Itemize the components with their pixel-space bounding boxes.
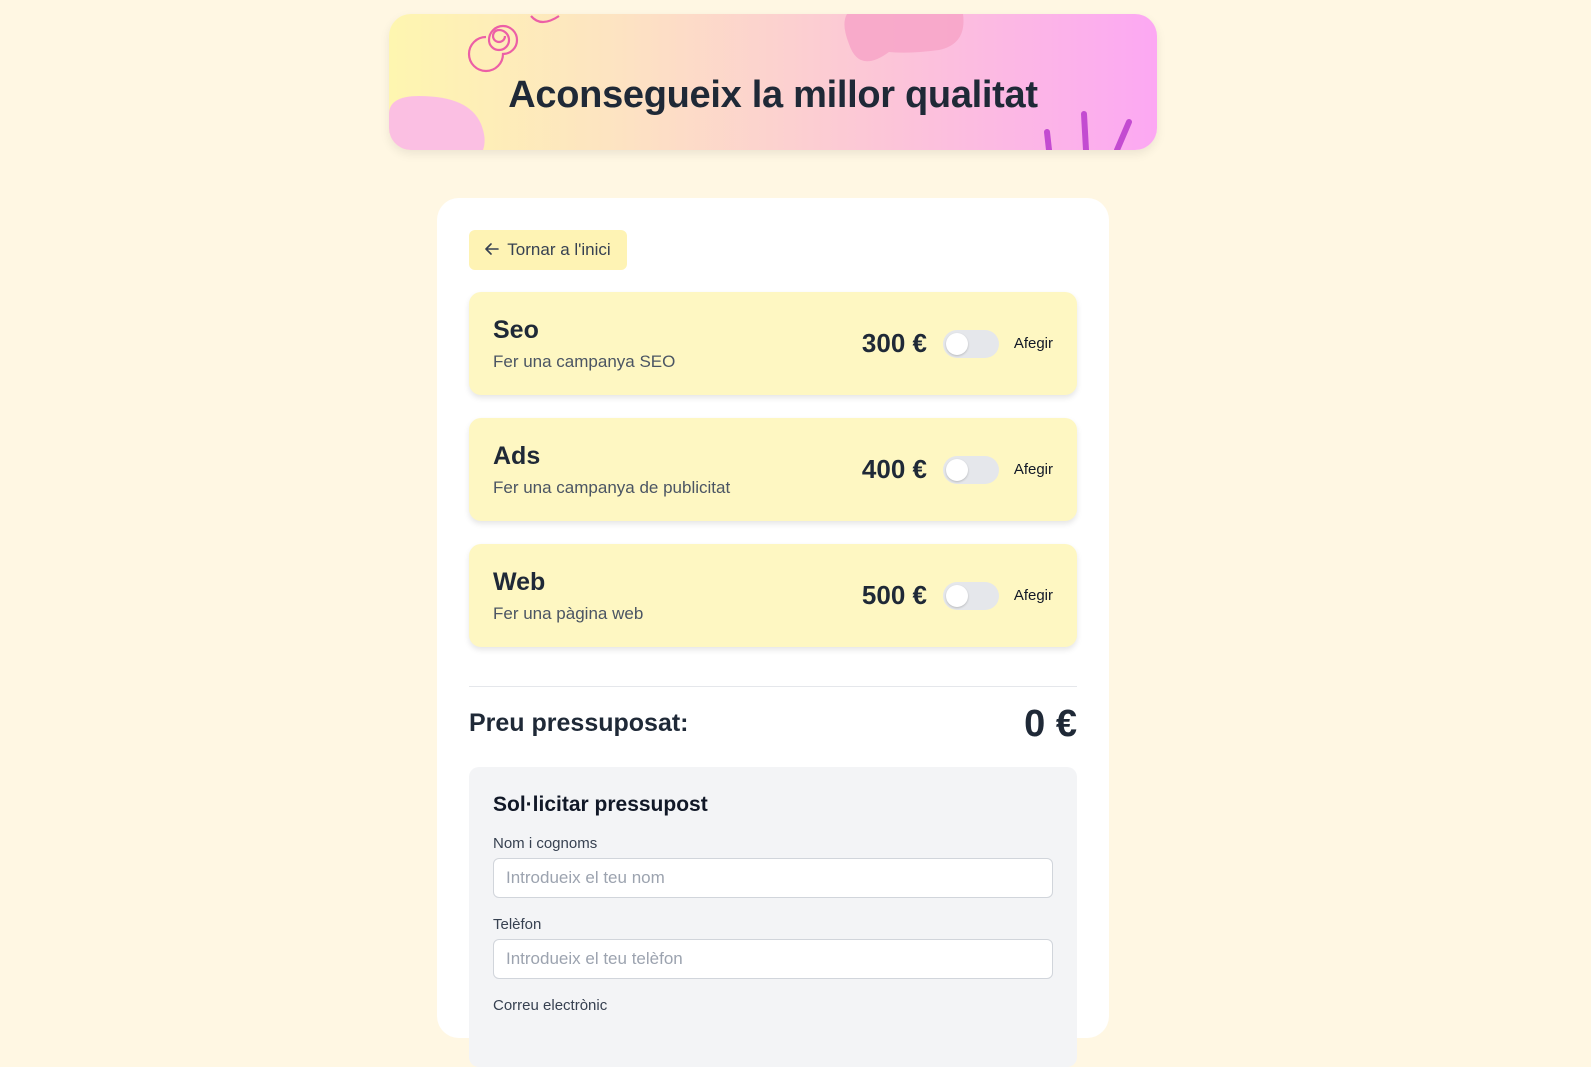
service-price: 300 € <box>861 328 927 358</box>
quote-request-form: Sol·licitar pressupost Nom i cognoms Tel… <box>469 767 1077 1067</box>
service-name: Ads <box>493 442 541 470</box>
service-card-seo: Seo Fer una campanya SEO 300 € Afegir <box>469 292 1077 395</box>
service-toggle-ads[interactable] <box>943 456 999 484</box>
service-description: Fer una campanya de publicitat <box>493 478 731 497</box>
name-field-label: Nom i cognoms <box>493 835 598 852</box>
service-card-ads: Ads Fer una campanya de publicitat 400 €… <box>469 418 1077 521</box>
service-card-web: Web Fer una pàgina web 500 € Afegir <box>469 544 1077 647</box>
hero-title: Aconsegueix la millor qualitat <box>508 74 1038 116</box>
service-toggle-seo[interactable] <box>943 330 999 358</box>
service-description: Fer una campanya SEO <box>493 352 676 371</box>
total-label: Preu pressuposat: <box>469 709 689 737</box>
service-price: 400 € <box>861 454 927 484</box>
service-name: Web <box>493 568 546 596</box>
service-description: Fer una pàgina web <box>493 604 644 623</box>
back-button-label: Tornar a l'inici <box>507 240 611 259</box>
toggle-knob <box>946 585 968 607</box>
hero-banner: Aconsegueix la millor qualitat <box>389 14 1157 150</box>
service-toggle-label: Afegir <box>1013 335 1053 352</box>
email-field-label: Correu electrònic <box>493 997 608 1014</box>
toggle-knob <box>946 333 968 355</box>
form-title: Sol·licitar pressupost <box>493 793 708 816</box>
service-name: Seo <box>493 316 539 344</box>
service-price: 500 € <box>861 580 927 610</box>
name-input[interactable] <box>493 858 1053 898</box>
arrow-left-icon <box>485 240 500 260</box>
phone-field-label: Telèfon <box>493 916 542 933</box>
budget-card: Tornar a l'inici Seo Fer una campanya SE… <box>437 198 1109 1067</box>
phone-input[interactable] <box>493 939 1053 979</box>
toggle-knob <box>946 459 968 481</box>
divider <box>469 686 1077 687</box>
service-toggle-label: Afegir <box>1013 587 1053 604</box>
service-toggle-label: Afegir <box>1013 461 1053 478</box>
service-toggle-web[interactable] <box>943 582 999 610</box>
total-value: 0 € <box>1024 703 1077 745</box>
back-button[interactable]: Tornar a l'inici <box>469 230 627 270</box>
